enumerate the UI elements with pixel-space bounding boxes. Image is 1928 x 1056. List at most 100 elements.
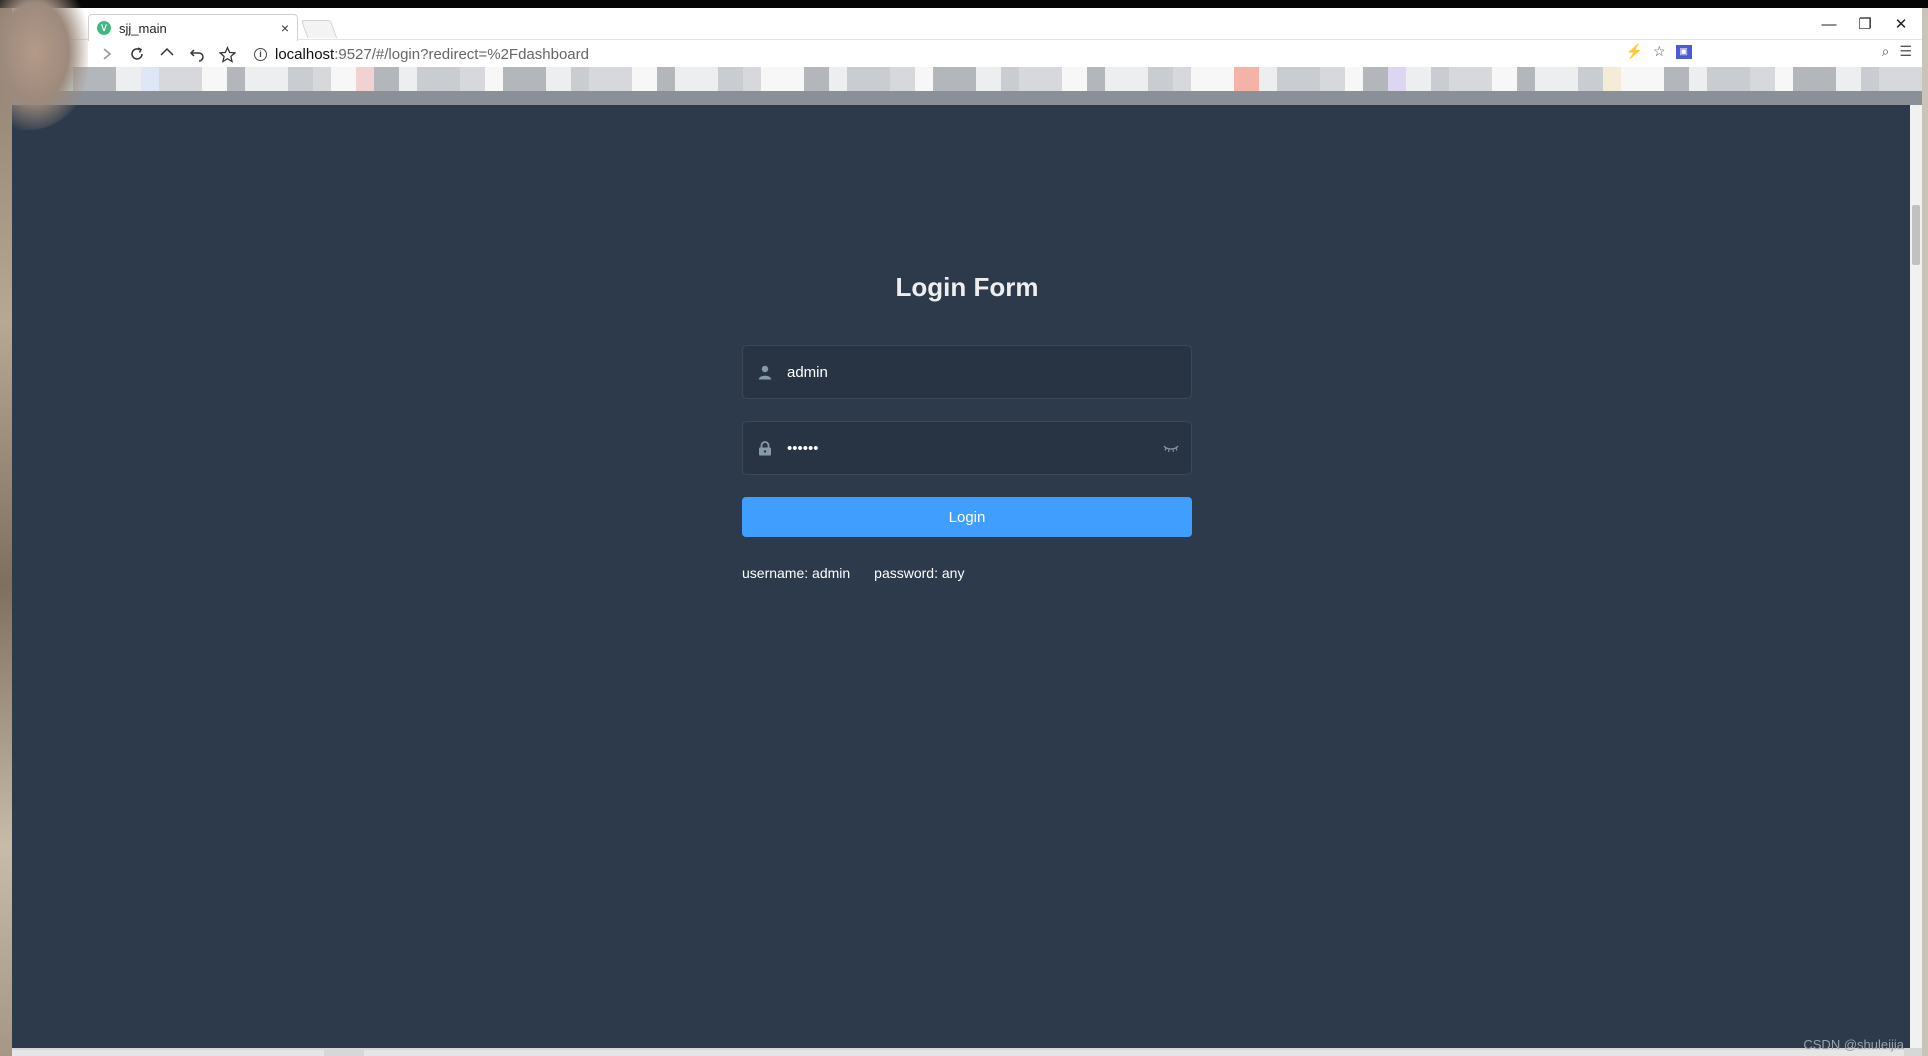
tab-strip: V sjj_main × — ❐ ✕ — [12, 8, 1922, 41]
mosaic-cell — [958, 67, 976, 91]
mosaic-cell — [184, 67, 202, 91]
page-scrollbar[interactable] — [1910, 105, 1922, 1048]
toolbar-extensions: ⚡ ☆ ▣ ⌕ ☰ — [1626, 43, 1912, 60]
mosaic-cell — [571, 67, 589, 91]
mosaic-cell — [399, 67, 417, 91]
page-title: Login Form — [895, 272, 1039, 302]
scrollbar-thumb[interactable] — [1912, 205, 1920, 265]
mosaic-cell — [485, 67, 503, 91]
mosaic-cell — [1449, 67, 1474, 91]
mosaic-cell — [1001, 67, 1019, 91]
tip-username: username: admin — [742, 565, 851, 581]
bookmarks-bar — [12, 67, 1922, 105]
mosaic-cell — [1277, 67, 1302, 91]
mosaic-cell — [976, 67, 1001, 91]
mosaic-cell — [1793, 67, 1818, 91]
mosaic-cell — [1621, 67, 1646, 91]
mosaic-cell — [1148, 67, 1173, 91]
search-icon[interactable]: ⌕ — [1882, 43, 1890, 60]
lightning-icon[interactable]: ⚡ — [1626, 43, 1643, 60]
mosaic-cell — [141, 67, 159, 91]
tab-title: sjj_main — [119, 20, 167, 36]
site-info-icon[interactable]: i — [254, 47, 267, 61]
mosaic-cell — [1861, 67, 1879, 91]
mosaic-cell — [1062, 67, 1087, 91]
mosaic-cell — [915, 67, 933, 91]
undo-icon[interactable] — [182, 41, 212, 67]
star-icon[interactable] — [212, 41, 242, 67]
mosaic-cell — [503, 67, 528, 91]
mosaic-cell — [1234, 67, 1259, 91]
mosaic-cell — [1216, 67, 1234, 91]
mosaic-cell — [675, 67, 700, 91]
mosaic-cell — [313, 67, 331, 91]
tab-close-icon[interactable]: × — [281, 20, 289, 36]
mosaic-cell — [804, 67, 829, 91]
reload-icon[interactable] — [122, 41, 152, 67]
mosaic-cell — [546, 67, 571, 91]
menu-icon[interactable]: ☰ — [1899, 43, 1912, 60]
browser-window: V sjj_main × — ❐ ✕ i localhost :9527/#/l… — [12, 8, 1922, 1056]
extension-badge-icon[interactable]: ▣ — [1675, 44, 1692, 59]
mosaic-cell — [1646, 67, 1664, 91]
lock-icon — [743, 440, 787, 456]
mosaic-cell — [1044, 67, 1062, 91]
mosaic-cell — [1818, 67, 1836, 91]
mosaic-cell — [700, 67, 718, 91]
vue-favicon-icon: V — [97, 21, 111, 35]
mosaic-cell — [159, 67, 184, 91]
mosaic-cell — [202, 67, 227, 91]
login-button[interactable]: Login — [742, 497, 1192, 537]
forward-icon[interactable] — [92, 41, 122, 67]
mosaic-cell — [657, 67, 675, 91]
status-segment — [364, 1050, 1904, 1056]
mosaic-cell — [270, 67, 288, 91]
mosaic-cell — [718, 67, 743, 91]
username-field[interactable] — [742, 345, 1192, 399]
screen-top-edge — [0, 0, 1928, 8]
mosaic-cell — [374, 67, 399, 91]
mosaic-cell — [1578, 67, 1603, 91]
mosaic-cell — [1732, 67, 1750, 91]
mosaic-cell — [1560, 67, 1578, 91]
address-bar[interactable]: i localhost :9527/#/login?redirect=%2Fda… — [254, 42, 589, 66]
browser-toolbar: i localhost :9527/#/login?redirect=%2Fda… — [12, 41, 1922, 67]
favorite-icon[interactable]: ☆ — [1653, 43, 1666, 60]
mosaic-cell — [98, 67, 116, 91]
login-page: Login Form admin •••••• Login username: … — [12, 105, 1910, 1048]
status-segment — [12, 1050, 324, 1056]
mosaic-cell — [1363, 67, 1388, 91]
mosaic-cell — [1087, 67, 1105, 91]
mosaic-cell — [1320, 67, 1345, 91]
username-input[interactable] — [787, 346, 1191, 398]
new-tab-button[interactable] — [300, 20, 338, 38]
home-icon[interactable] — [152, 41, 182, 67]
browser-tab[interactable]: V sjj_main × — [88, 14, 298, 41]
mosaic-cell — [1105, 67, 1130, 91]
close-window-icon[interactable]: ✕ — [1890, 14, 1912, 34]
mosaic-cell — [460, 67, 485, 91]
mosaic-cell — [1388, 67, 1406, 91]
url-path: :9527/#/login?redirect=%2Fdashboard — [334, 45, 589, 63]
minimize-icon[interactable]: — — [1818, 14, 1840, 34]
mosaic-cell — [1302, 67, 1320, 91]
browser-status-bar — [12, 1048, 1922, 1056]
mosaic-cell — [1664, 67, 1689, 91]
window-controls: — ❐ ✕ — [1818, 14, 1912, 34]
mosaic-cell — [786, 67, 804, 91]
mosaic-cell — [829, 67, 847, 91]
desktop-background-edge — [0, 8, 12, 1056]
url-host: localhost — [275, 45, 335, 63]
mosaic-cell — [1130, 67, 1148, 91]
mosaic-cell — [1492, 67, 1517, 91]
password-field[interactable] — [742, 421, 1192, 475]
mosaic-cell — [1535, 67, 1560, 91]
mosaic-cell — [890, 67, 915, 91]
tip-password: password: any — [874, 565, 965, 581]
mosaic-cell — [288, 67, 313, 91]
restore-icon[interactable]: ❐ — [1854, 14, 1876, 34]
mosaic-cell — [1750, 67, 1775, 91]
eye-closed-icon[interactable] — [1151, 443, 1191, 453]
password-input[interactable] — [787, 422, 1151, 474]
mosaic-cell — [1689, 67, 1707, 91]
